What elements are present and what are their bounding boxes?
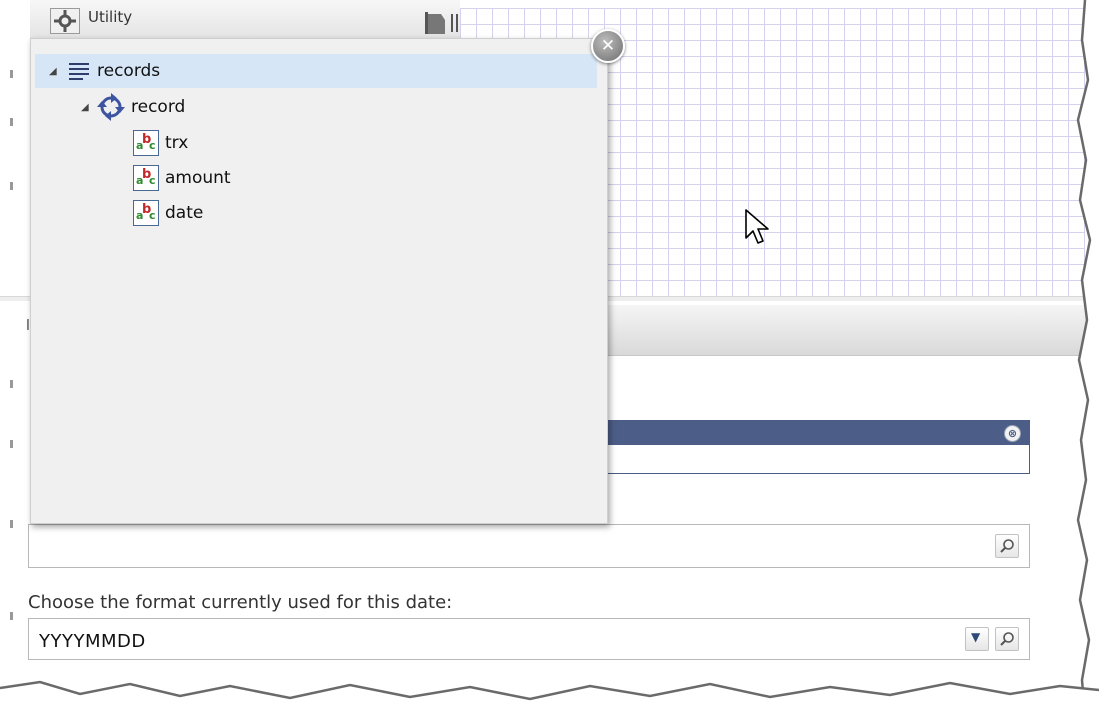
expand-triangle-icon[interactable]: ◢ xyxy=(81,102,95,113)
close-icon[interactable]: ✕ xyxy=(591,29,625,63)
abc-field-icon: abc xyxy=(133,130,159,156)
mouse-cursor-icon xyxy=(745,209,769,244)
format-lookup-button[interactable] xyxy=(995,627,1019,651)
dialog-close-button[interactable]: ⊗ xyxy=(1004,425,1021,442)
edge-tick xyxy=(10,70,13,78)
flag-icon[interactable] xyxy=(425,12,465,38)
edge-tick xyxy=(10,440,13,448)
list-icon xyxy=(69,63,89,80)
torn-edge-bottom xyxy=(0,680,1099,715)
tree-node-label: records xyxy=(97,61,161,81)
tree-node-label: trx xyxy=(165,133,189,153)
cycle-icon xyxy=(97,93,125,121)
torn-edge-right xyxy=(1076,0,1099,715)
field-search-input[interactable] xyxy=(28,524,1030,568)
abc-field-icon: abc xyxy=(133,165,159,191)
tree-node-label: amount xyxy=(165,168,231,188)
magnifier-icon xyxy=(1000,632,1014,646)
format-select[interactable]: YYYYMMDD ▼ xyxy=(28,618,1030,660)
mapping-dialog: ⊗ xyxy=(560,420,1030,474)
tree-node-field[interactable]: abc date xyxy=(133,196,203,230)
edge-tick xyxy=(10,182,13,190)
format-select-value: YYYYMMDD xyxy=(39,631,146,652)
screenshot-stage: l ⊗ Choose the format currently used for… xyxy=(0,0,1099,715)
gear-icon[interactable] xyxy=(50,8,80,34)
search-lookup-button[interactable] xyxy=(995,534,1019,558)
format-dropdown-button[interactable]: ▼ xyxy=(965,627,989,651)
tree-node-label: record xyxy=(131,97,186,117)
schema-tree-popup: ◢ records ◢ record abc trx a b c amount … xyxy=(30,38,608,524)
edge-tick xyxy=(10,520,13,528)
tree-node-record[interactable]: ◢ record xyxy=(81,90,185,124)
dialog-header: ⊗ xyxy=(561,421,1029,445)
edge-tick xyxy=(10,118,13,126)
tree-node-field[interactable]: abc trx xyxy=(133,126,188,160)
magnifier-icon xyxy=(1000,539,1014,553)
tree-node-field[interactable]: abc amount xyxy=(133,161,231,195)
expand-triangle-icon[interactable]: ◢ xyxy=(49,66,63,77)
edge-tick xyxy=(10,612,13,620)
edge-tick xyxy=(10,380,13,388)
tree-node-records[interactable]: ◢ records xyxy=(35,54,597,88)
abc-field-icon: abc xyxy=(133,200,159,226)
format-label: Choose the format currently used for thi… xyxy=(28,592,453,613)
chevron-down-icon: ▼ xyxy=(971,630,981,644)
tree-node-label: date xyxy=(165,203,204,223)
utility-label[interactable]: Utility xyxy=(88,8,132,26)
